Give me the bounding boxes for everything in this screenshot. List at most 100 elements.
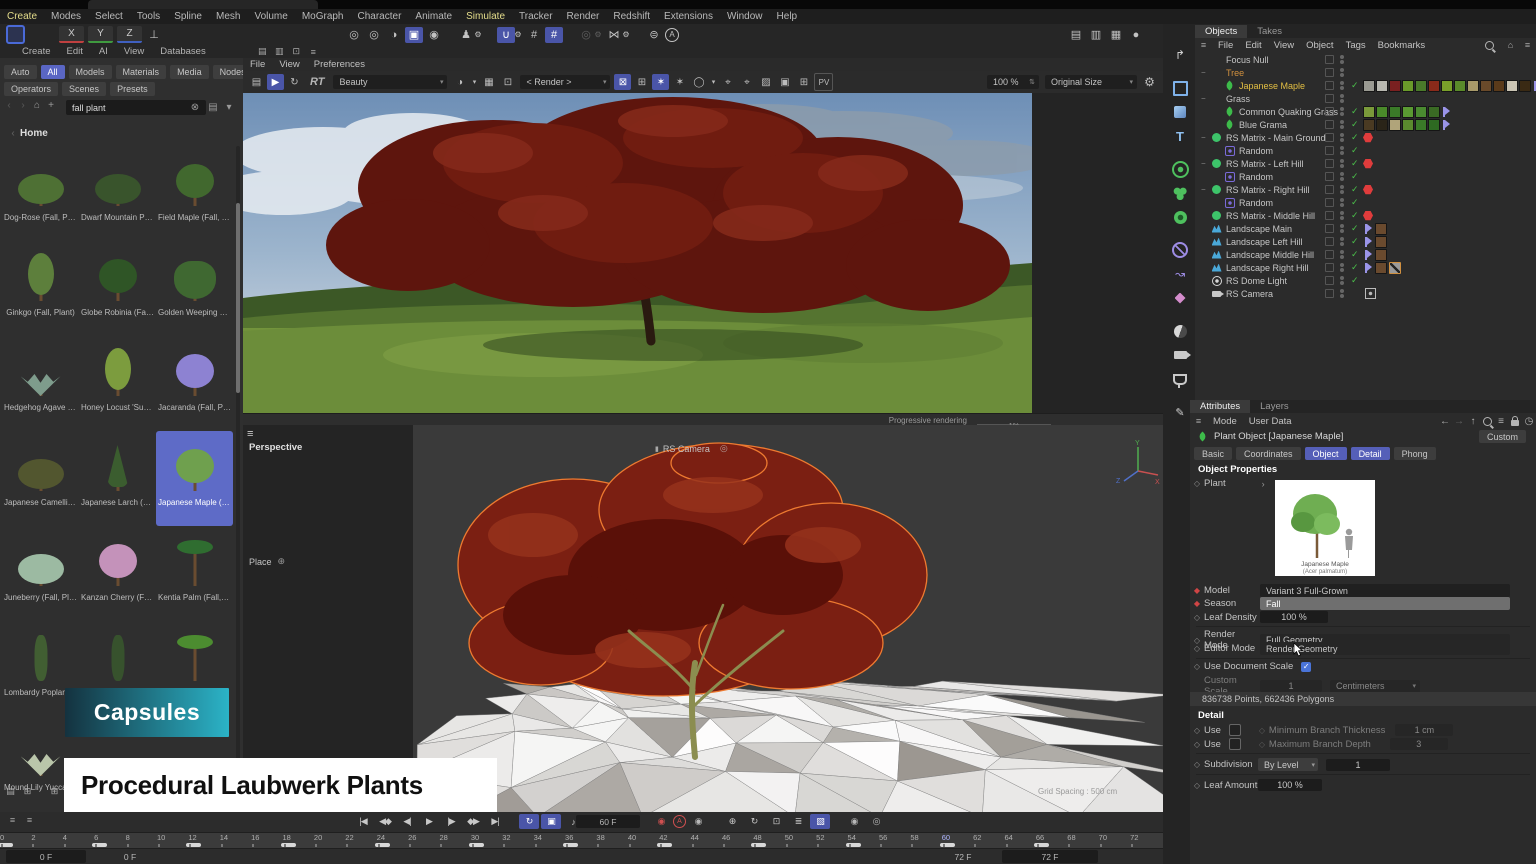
goto-start-button[interactable]: |◀ bbox=[353, 814, 373, 829]
plant-row-label[interactable]: Plant bbox=[1204, 478, 1226, 489]
object-label[interactable]: RS Matrix - Left Hill bbox=[1226, 159, 1304, 169]
menu-item[interactable]: Render bbox=[560, 9, 607, 24]
material-swatch[interactable] bbox=[1375, 236, 1387, 248]
material-swatch[interactable] bbox=[1454, 80, 1466, 92]
attr-hamburger-icon[interactable]: ≡ bbox=[1192, 416, 1205, 427]
material-swatch[interactable] bbox=[1375, 223, 1387, 235]
start-ipr-button[interactable]: ▶ bbox=[267, 74, 284, 90]
make-editable-icon[interactable]: ◎ bbox=[345, 27, 363, 43]
filter-tab[interactable]: All bbox=[41, 65, 65, 79]
panel-tab[interactable]: Layers bbox=[1250, 400, 1299, 413]
menu-item[interactable]: Mesh bbox=[209, 9, 247, 24]
visibility-dots[interactable] bbox=[1340, 250, 1344, 260]
material-swatch[interactable] bbox=[1402, 119, 1414, 131]
fields-tag-icon[interactable] bbox=[1365, 237, 1373, 247]
snapshot-icon[interactable]: ✶ bbox=[652, 74, 669, 90]
current-frame-field[interactable]: 60 F bbox=[576, 815, 640, 828]
compare-circle-icon[interactable]: ◯ bbox=[690, 74, 707, 90]
material-swatch[interactable] bbox=[1375, 262, 1387, 274]
record-scale-button[interactable]: ⊡ bbox=[766, 814, 786, 829]
section-tab[interactable]: Phong bbox=[1394, 447, 1436, 460]
object-label[interactable]: Blue Grama bbox=[1239, 120, 1287, 130]
keyframe-mark[interactable] bbox=[751, 843, 766, 847]
object-label[interactable]: Grass bbox=[1226, 94, 1250, 104]
menu-item[interactable]: Edit bbox=[1239, 39, 1267, 52]
keyframe-mark[interactable] bbox=[846, 843, 861, 847]
breadcrumb[interactable]: Home bbox=[20, 128, 48, 139]
layer-toggle[interactable] bbox=[1325, 133, 1334, 142]
doc-anim-button[interactable]: ▣ bbox=[541, 814, 561, 829]
object-row[interactable]: − Random ✓ bbox=[1195, 170, 1536, 183]
record-position-button[interactable]: ⊕ bbox=[722, 814, 742, 829]
menu-item[interactable]: Extensions bbox=[657, 9, 720, 24]
viewport-menu-icon[interactable]: ≡ bbox=[247, 428, 253, 440]
filter-tab[interactable]: Materials bbox=[116, 65, 167, 79]
enabled-checkmark[interactable]: ✓ bbox=[1351, 80, 1363, 91]
max-branch-field[interactable]: 3 bbox=[1390, 738, 1448, 750]
filter-tab[interactable]: Auto bbox=[4, 65, 37, 79]
timeline-tick[interactable]: 44 bbox=[691, 833, 722, 848]
home-icon[interactable]: ⌂ bbox=[30, 100, 44, 111]
timeline-tick[interactable]: 34 bbox=[534, 833, 565, 848]
filter-tab[interactable]: Models bbox=[69, 65, 112, 79]
material-sort-icon[interactable]: ⊞ bbox=[48, 786, 61, 797]
grid-view-icon[interactable]: ▥ bbox=[273, 46, 286, 57]
timeline-tick[interactable]: 60 bbox=[942, 833, 973, 848]
layer-toggle[interactable] bbox=[1325, 107, 1334, 116]
object-label[interactable]: RS Dome Light bbox=[1226, 276, 1287, 286]
expander-icon[interactable]: − bbox=[1201, 94, 1210, 103]
redshift-tag-icon[interactable] bbox=[1363, 211, 1373, 221]
material-swatch[interactable] bbox=[1402, 80, 1414, 92]
visibility-dots[interactable] bbox=[1340, 159, 1344, 169]
timeline-tick[interactable]: 64 bbox=[1005, 833, 1036, 848]
model-mode-icon[interactable]: ◎ bbox=[365, 27, 383, 43]
next-frame-button[interactable]: |▶ bbox=[441, 814, 461, 829]
object-label[interactable]: Common Quaking Grass bbox=[1239, 107, 1338, 117]
crop-region-icon[interactable]: ⊡ bbox=[499, 74, 516, 90]
detail-view-icon[interactable]: ⊡ bbox=[290, 46, 303, 57]
layer-toggle[interactable] bbox=[1325, 250, 1334, 259]
menu-item[interactable]: Character bbox=[351, 9, 409, 24]
asset-item[interactable]: Kentia Palm (Fall, Plant) bbox=[156, 526, 233, 621]
asset-item[interactable]: Japanese Larch (Fall, Pl... bbox=[79, 431, 156, 526]
timeline-tick[interactable]: 12 bbox=[188, 833, 219, 848]
redshift-tag-icon[interactable] bbox=[1363, 159, 1373, 169]
attr-history-icon[interactable]: ◷ bbox=[1522, 416, 1536, 427]
layer-toggle[interactable] bbox=[1325, 55, 1334, 64]
custom-scale-unit[interactable]: Centimeters ▾ bbox=[1330, 680, 1420, 693]
save-image-icon[interactable]: ▤ bbox=[248, 74, 265, 90]
material-swatch[interactable] bbox=[1415, 119, 1427, 131]
material-swatch[interactable] bbox=[1441, 80, 1453, 92]
visibility-dots[interactable] bbox=[1340, 237, 1344, 247]
visibility-dots[interactable] bbox=[1340, 211, 1344, 221]
timeline-tick[interactable]: 70 bbox=[1099, 833, 1130, 848]
object-label[interactable]: RS Matrix - Right Hill bbox=[1226, 185, 1310, 195]
object-row[interactable]: − RS Dome Light ✓ bbox=[1195, 274, 1536, 287]
camera-label[interactable]: RS Camera bbox=[663, 444, 710, 454]
snap-menu-icon[interactable]: ⚙ bbox=[513, 27, 523, 43]
menu-item[interactable]: File bbox=[1212, 39, 1239, 52]
search-options-icon[interactable]: ▾ bbox=[222, 102, 236, 113]
object-row[interactable]: − Random ✓ bbox=[1195, 144, 1536, 157]
range-start-marker[interactable]: 0 F bbox=[90, 850, 170, 863]
prev-frame-button[interactable]: ◀| bbox=[397, 814, 417, 829]
character-menu-icon[interactable]: ⚙ bbox=[473, 27, 483, 43]
timeline-tick[interactable]: 42 bbox=[659, 833, 690, 848]
enabled-checkmark[interactable]: ✓ bbox=[1351, 275, 1363, 286]
axis-lock-button[interactable]: Y bbox=[88, 26, 113, 43]
custom-button[interactable]: Custom bbox=[1479, 430, 1526, 443]
use-max-branch-checkbox[interactable] bbox=[1229, 738, 1241, 750]
material-swatch[interactable] bbox=[1376, 119, 1388, 131]
list-view-icon[interactable]: ▤ bbox=[256, 46, 269, 57]
leaf-amount-field[interactable]: 100 % bbox=[1258, 779, 1322, 791]
visibility-dots[interactable] bbox=[1340, 81, 1344, 91]
timeline-tick[interactable]: 46 bbox=[722, 833, 753, 848]
layer-toggle[interactable] bbox=[1325, 94, 1334, 103]
add-icon[interactable]: + bbox=[44, 100, 58, 111]
timeline-tick[interactable]: 6 bbox=[94, 833, 125, 848]
expander-icon[interactable]: − bbox=[1201, 185, 1210, 194]
up-level-icon[interactable]: ↑ bbox=[1466, 416, 1480, 427]
focus-b-icon[interactable]: ⌖ bbox=[738, 74, 755, 90]
ab-wipe-icon[interactable]: ▨ bbox=[757, 74, 774, 90]
object-row[interactable]: − RS Matrix - Middle Hill ✓ bbox=[1195, 209, 1536, 222]
